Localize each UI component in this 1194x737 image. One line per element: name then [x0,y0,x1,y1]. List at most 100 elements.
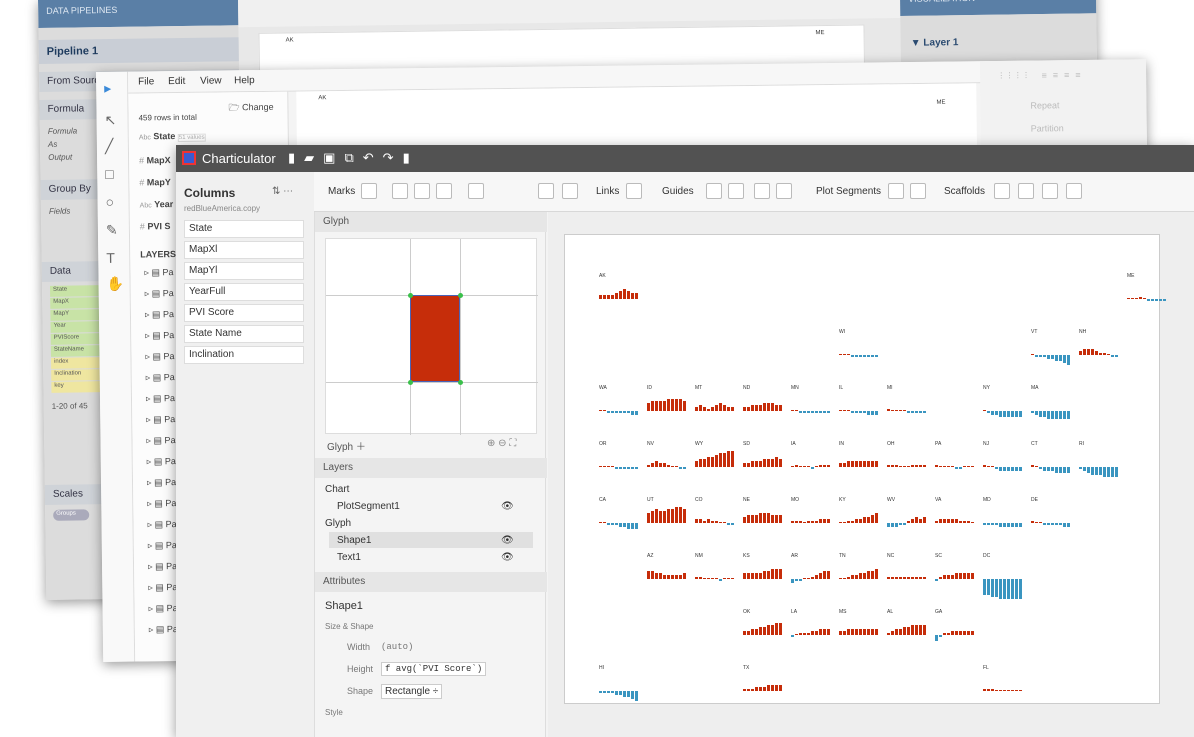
file-actions[interactable]: ▮▰▣⧉↶↷▮ [288,150,419,166]
shape-select[interactable]: Rectangle ÷ [381,684,443,699]
column-item[interactable]: YearFull [184,283,304,301]
layer-row[interactable]: ▹ ▤ Pa [146,435,175,446]
layer-row[interactable]: ▹ ▤ Pa [145,309,174,320]
pointer-icon[interactable]: ▸ [104,80,111,97]
column-item[interactable]: PVI Score [184,304,304,322]
state-bar [759,627,762,635]
handle[interactable] [458,380,463,385]
scaffold-polar-icon[interactable] [1042,183,1058,199]
menu-view[interactable]: View [200,75,222,86]
glyph-panel-header[interactable]: Glyph [315,212,547,232]
state-bar [631,523,634,529]
chart-icon[interactable] [562,183,578,199]
layer-row[interactable]: ▹ ▤ Pa [146,393,175,404]
plot-line-icon[interactable] [910,183,926,199]
line-icon[interactable]: ╱ [105,138,114,155]
field-name[interactable]: Year [154,199,173,209]
handle[interactable] [408,380,413,385]
field-name[interactable]: MapX [147,155,171,165]
layer-row[interactable]: ▹ ▤ Pa [145,330,174,341]
eye-icon[interactable]: 👁 [501,535,514,546]
layer-row[interactable]: ▹ ▤ Pa [148,540,177,551]
groups-chip[interactable]: Groups [53,509,90,521]
layer-glyph[interactable]: Glyph [325,518,351,529]
link-icon[interactable] [626,183,642,199]
layer-shape[interactable]: Shape1 [337,535,371,546]
hand-icon[interactable]: ✋ [106,276,124,293]
state-bar [755,687,758,691]
glyph-editor[interactable] [325,238,538,435]
column-item[interactable]: MapYl [184,262,304,280]
layer-row[interactable]: ▹ ▤ Pa [144,267,173,278]
layer-row[interactable]: ▹ ▤ Pa [147,498,176,509]
data-axis-icon[interactable] [538,183,554,199]
guide-coord-y-icon[interactable] [776,183,792,199]
layer-row[interactable]: ▹ ▤ Pa [147,477,176,488]
layer-row[interactable]: ▹ ▤ Pa [145,288,174,299]
layer-row[interactable]: ▹ ▤ Pa [146,414,175,425]
new-icon: ▮ [288,150,305,165]
plot-region-icon[interactable] [888,183,904,199]
glyph-tab[interactable]: Glyph ＋ [327,438,366,453]
column-item[interactable]: State Name [184,325,304,343]
scaffold-y-icon[interactable] [1018,183,1034,199]
attributes-panel-header[interactable]: Attributes [315,572,547,592]
state-bar [819,465,822,467]
column-item[interactable]: State [184,220,304,238]
layer-text[interactable]: Text1 [337,552,361,563]
layer-row[interactable]: ▹ ▤ Pa [149,624,178,635]
guide-coord-x-icon[interactable] [754,183,770,199]
repeat-label[interactable]: Repeat [1030,100,1059,110]
layer-row[interactable]: ▹ ▤ Pa [147,519,176,530]
field-name[interactable]: MapY [147,177,171,187]
handle[interactable] [458,293,463,298]
select-icon[interactable]: ↖ [104,112,116,129]
layer-row[interactable]: ▹ ▤ Pa [148,582,177,593]
layer-row[interactable]: ▹ ▤ Pa [148,561,177,572]
scaffold-curve-icon[interactable] [1066,183,1082,199]
layer-chart[interactable]: Chart [325,484,349,495]
partition-label[interactable]: Partition [1031,123,1064,133]
icon-mark-icon[interactable] [468,183,484,199]
menu-edit[interactable]: Edit [168,76,185,87]
scaffold-x-icon[interactable] [994,183,1010,199]
menu-file[interactable]: File [138,76,154,87]
rect-icon[interactable]: □ [105,166,114,182]
pen-icon[interactable]: ✎ [106,222,118,239]
align-icons[interactable]: ⫶⫶⫶⫶ ≡≡≡≡ [1000,70,1087,82]
circle-icon[interactable]: ○ [105,194,114,210]
state-bar [607,466,610,467]
layer-row[interactable]: ▹ ▤ Pa [147,456,176,467]
glyph-shape[interactable] [410,295,460,382]
layer-row[interactable]: ▹ ▤ Pa [148,603,177,614]
column-item[interactable]: MapXl [184,241,304,259]
layer-item[interactable]: ▼ Layer 1 [911,37,959,49]
chart-canvas[interactable]: AK ME WI VT NH WA ID MT ND MN IL MI NY MA OR NV WY SD IA IN… [564,234,1166,704]
field-name[interactable]: PVI S [147,221,170,231]
columns-menu-icon[interactable]: ⇅ ⋯ [272,186,293,197]
field-name[interactable]: State [153,131,175,141]
column-item[interactable]: Inclination [184,346,304,364]
symbol-mark-icon[interactable] [392,183,408,199]
line-mark-icon[interactable] [414,183,430,199]
layers-panel-header[interactable]: Layers [315,458,547,478]
pipeline-name[interactable]: Pipeline 1 [38,37,239,64]
height-value[interactable]: f avg(`PVI Score`) [381,662,487,676]
handle[interactable] [408,293,413,298]
eye-icon[interactable]: 👁 [501,501,514,512]
zoom-icons[interactable]: ⊕ ⊖ ⛶ [487,438,516,449]
menu-help[interactable]: Help [234,75,255,86]
state-bar [743,407,746,411]
change-button[interactable]: 🗁 Change [228,100,273,117]
state-bar [755,461,758,467]
width-value[interactable]: (auto) [381,642,413,652]
layer-row[interactable]: ▹ ▤ Pa [145,351,174,362]
text-mark-icon[interactable] [436,183,452,199]
layer-plot-segment[interactable]: PlotSegment1 [337,501,400,512]
eye-icon[interactable]: 👁 [501,552,514,563]
guide-y-icon[interactable] [728,183,744,199]
guide-x-icon[interactable] [706,183,722,199]
text-icon[interactable]: T [106,250,115,266]
layer-row[interactable]: ▹ ▤ Pa [146,372,175,383]
rect-mark-icon[interactable] [361,183,377,199]
